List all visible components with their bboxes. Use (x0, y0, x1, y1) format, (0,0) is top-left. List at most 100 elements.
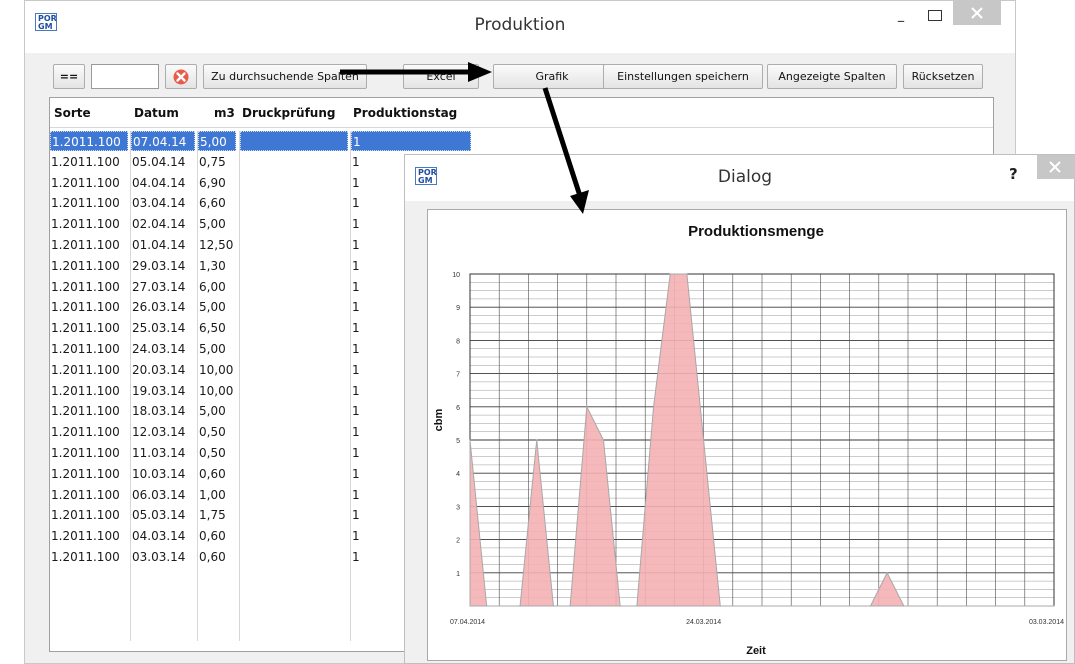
data-point (469, 439, 471, 441)
data-point (586, 406, 588, 408)
column-header-datum[interactable]: Datum (134, 106, 179, 120)
x-tick-label: 07.04.2014 (450, 619, 485, 626)
cell-sorte: 1.2011.100 (51, 196, 120, 211)
cell-m3: 1,75 (199, 508, 226, 523)
save-settings-button[interactable]: Einstellungen speichern (603, 64, 763, 89)
cell-sorte: 1.2011.100 (51, 154, 120, 169)
cell-druckpruefung (240, 360, 348, 380)
cell-datum: 04.03.14 (132, 529, 186, 544)
reset-button[interactable]: Rücksetzen (903, 64, 983, 89)
cell-datum: 03.04.14 (132, 196, 186, 211)
data-point (619, 605, 621, 607)
data-point (869, 605, 872, 607)
cell-m3: 6,00 (199, 279, 226, 294)
column-header-druckpruefung[interactable]: Druckprüfung (242, 106, 335, 120)
cell-sorte: 1.2011.100 (51, 321, 120, 336)
cell-m3: 5,00 (199, 404, 226, 419)
cell-m3: 10,00 (199, 362, 234, 377)
cell-m3: 5,00 (199, 217, 226, 232)
column-header-sorte[interactable]: Sorte (54, 106, 91, 120)
x-axis-label: Zeit (746, 645, 766, 657)
cell-m3: 0,60 (199, 549, 226, 564)
table-header: Sorte Datum m3 Druckprüfung Produktionst… (50, 98, 993, 128)
maximize-icon (928, 10, 942, 21)
minimize-button[interactable]: – (891, 11, 911, 31)
cell-sorte: 1.2011.100 (51, 300, 120, 315)
cell-datum: 05.04.14 (132, 154, 186, 169)
cell-druckpruefung (240, 526, 348, 546)
dialog-titlebar: POR GM Dialog ? (405, 155, 1075, 201)
cell-datum: 18.03.14 (132, 404, 186, 419)
chart-panel: Produktionsmenge Zeit cbm 1 2 3 4 5 6 7 8 9 10 07.… (427, 209, 1067, 661)
dialog-title: Dialog (717, 167, 773, 187)
chart-dialog: POR GM Dialog ? Produktionsmenge Zeit cbm… (404, 154, 1075, 664)
cell-druckpruefung (240, 485, 348, 505)
x-tick-label: 03.03.2014 (1029, 619, 1064, 626)
data-point (1053, 605, 1055, 607)
search-columns-button[interactable]: Zu durchsuchende Spalten (203, 64, 367, 89)
data-point (519, 605, 521, 607)
chart-grid (469, 273, 1055, 607)
cell-m3: 0,50 (199, 445, 226, 460)
cell-druckpruefung (240, 256, 348, 276)
filter-input[interactable] (91, 64, 159, 89)
dialog-close-button[interactable] (1037, 155, 1075, 179)
cell-druckpruefung (240, 318, 348, 338)
cell-datum: 27.03.14 (132, 279, 186, 294)
cell-sorte: 1.2011.100 (51, 445, 120, 460)
equals-filter-button[interactable]: == (53, 64, 85, 89)
chart-title: Produktionsmenge (688, 223, 824, 240)
data-point (703, 439, 705, 441)
cell-sorte: 1.2011.100 (51, 529, 120, 544)
cell-m3: 5,00 (199, 300, 226, 315)
cell-datum: 05.03.14 (132, 508, 186, 523)
y-tick-label: 10 (452, 272, 460, 279)
cell-m3: 6,90 (199, 175, 226, 190)
y-tick-label: 9 (456, 305, 460, 312)
shown-columns-button[interactable]: Angezeigte Spalten (767, 64, 897, 89)
cell-datum: 11.03.14 (132, 445, 186, 460)
y-tick-label: 3 (456, 504, 460, 511)
cell-m3: 0,60 (199, 529, 226, 544)
y-tick-label: 4 (456, 471, 460, 478)
cell-datum: 12.03.14 (132, 425, 186, 440)
cell-datum: 01.04.14 (132, 237, 186, 252)
cell-produktionstag: 1 (351, 131, 471, 151)
grafik-button[interactable]: Grafik (493, 64, 611, 89)
data-point (486, 605, 488, 607)
cell-m3: 5,00 (198, 131, 236, 151)
cell-sorte: 1.2011.100 (51, 466, 120, 481)
cell-datum: 07.04.14 (131, 131, 195, 151)
cell-druckpruefung (240, 339, 348, 359)
cell-druckpruefung (240, 464, 348, 484)
cell-datum: 25.03.14 (132, 321, 186, 336)
cell-sorte: 1.2011.100 (51, 383, 120, 398)
help-button[interactable]: ? (1009, 165, 1025, 183)
cell-sorte: 1.2011.100 (51, 258, 120, 273)
excel-button[interactable]: Excel (403, 64, 479, 89)
y-tick-label: 8 (456, 338, 460, 345)
data-point (602, 439, 605, 441)
cell-m3: 5,00 (199, 341, 226, 356)
cell-m3: 6,60 (199, 196, 226, 211)
cell-sorte: 1.2011.100 (51, 425, 120, 440)
table-row[interactable]: 1.2011.100 07.04.14 5,00 1 (50, 131, 471, 152)
data-point (886, 572, 888, 574)
cell-m3: 0,50 (199, 425, 226, 440)
cell-sorte: 1.2011.100 (51, 404, 120, 419)
y-tick-label: 6 (456, 405, 460, 412)
dialog-app-icon: POR GM (415, 167, 437, 185)
cell-datum: 02.04.14 (132, 217, 186, 232)
column-header-m3[interactable]: m3 (214, 106, 235, 120)
column-header-produktionstag[interactable]: Produktionstag (353, 106, 457, 120)
cell-m3: 0,60 (199, 466, 226, 481)
maximize-button[interactable] (925, 7, 945, 27)
cell-m3: 0,75 (199, 154, 226, 169)
cell-datum: 04.04.14 (132, 175, 186, 190)
close-button[interactable] (953, 1, 1001, 25)
cell-druckpruefung (240, 277, 348, 297)
cell-sorte: 1.2011.100 (51, 487, 120, 502)
clear-filter-button[interactable] (165, 64, 197, 89)
data-point (719, 605, 721, 607)
data-point (636, 605, 638, 607)
